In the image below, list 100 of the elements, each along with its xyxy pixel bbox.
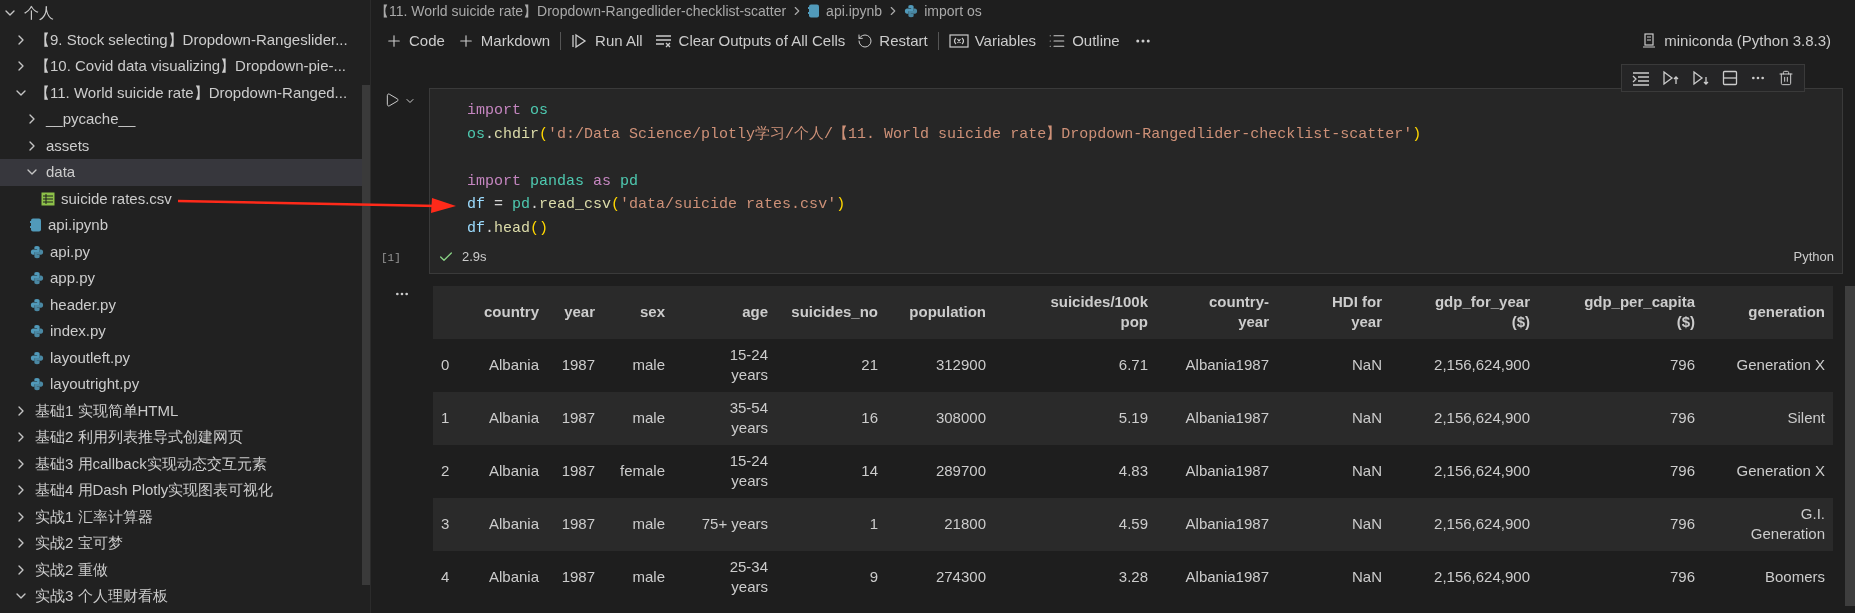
table-cell: 796	[1669, 355, 1695, 376]
table-cell: Albania	[488, 408, 539, 429]
toolbar-button[interactable]: Restart	[851, 28, 934, 54]
file-item[interactable]: api.ipynb	[0, 212, 362, 239]
table-cell: Boomers	[1764, 567, 1825, 588]
run-below-icon[interactable]	[1692, 70, 1710, 86]
file-item[interactable]: layoutright.py	[0, 371, 362, 398]
table-cell: Albania1987	[1185, 461, 1269, 482]
folder-item[interactable]: 基础3 用callback实现动态交互元素	[0, 450, 362, 477]
table-cell: 1987	[561, 514, 595, 535]
server-icon	[1642, 33, 1657, 49]
table-cell: NaN	[1352, 514, 1382, 535]
file-item[interactable]: layoutleft.py	[0, 344, 362, 371]
folder-item[interactable]: __pycache__	[0, 106, 362, 133]
clear-outputs-icon	[654, 33, 673, 49]
table-cell: 6.71	[1118, 355, 1148, 376]
duration-label: 2.9s	[462, 247, 487, 266]
toolbar-button[interactable]: Outline	[1042, 28, 1126, 54]
delete-icon[interactable]	[1778, 70, 1794, 86]
column-header: gdp_per_capita ($)	[1583, 292, 1695, 333]
table-cell: 796	[1669, 461, 1695, 482]
file-item[interactable]: suicide rates.csv	[0, 185, 362, 212]
table-cell: 1	[869, 514, 878, 535]
folder-item[interactable]: 实战3 个人理财看板	[0, 583, 362, 610]
column-header: country-year	[1208, 292, 1269, 333]
toolbar-button[interactable]: Variables	[942, 28, 1043, 54]
file-item[interactable]: app.py	[0, 265, 362, 292]
table-cell: 2,156,624,900	[1434, 514, 1530, 535]
restart-icon	[857, 33, 874, 49]
table-cell: 5.19	[1118, 408, 1148, 429]
table-cell: Albania	[488, 461, 539, 482]
table-cell-text: 15-24 years	[728, 451, 768, 492]
table-cell: male	[632, 514, 665, 535]
column-header: generation	[1748, 302, 1825, 323]
file-item[interactable]: index.py	[0, 318, 362, 345]
row-index: 1	[441, 408, 450, 429]
table-cell: Albania1987	[1185, 355, 1269, 376]
folder-item[interactable]: 【11. World suicide rate】Dropdown-Ranged...	[0, 79, 362, 106]
table-cell: 3.28	[1118, 567, 1148, 588]
split-icon[interactable]	[1722, 70, 1738, 86]
table-cell: 796	[1669, 514, 1695, 535]
table-cell: 1987	[561, 408, 595, 429]
file-item[interactable]: api.py	[0, 238, 362, 265]
folder-item[interactable]: 个人	[0, 0, 362, 27]
lines-icon[interactable]	[1632, 70, 1650, 86]
table-cell: male	[632, 408, 665, 429]
folder-item[interactable]: 基础2 利用列表推导式创建网页	[0, 424, 362, 451]
table-cell: 4.59	[1118, 514, 1148, 535]
table-cell: Albania	[488, 514, 539, 535]
folder-item[interactable]: data	[0, 159, 362, 186]
toolbar-button[interactable]: Code	[379, 28, 451, 54]
toolbar-button[interactable]: Run All	[565, 28, 649, 54]
column-header: suicides_no	[791, 302, 878, 323]
column-header: year	[564, 302, 595, 323]
code-line: df = pd.read_csv('data/suicide rates.csv')	[467, 195, 846, 216]
folder-item[interactable]: 基础4 用Dash Plotly实现图表可视化	[0, 477, 362, 504]
folder-item[interactable]: 基础1 实现简单HTML	[0, 397, 362, 424]
toolbar-button[interactable]: Clear Outputs of All Cells	[648, 28, 852, 54]
breadcrumb-item[interactable]: import os	[904, 0, 982, 22]
folder-item[interactable]: 实战2 重做	[0, 556, 362, 583]
folder-item[interactable]: 实战2 宝可梦	[0, 530, 362, 557]
toolbar-button[interactable]: Markdown	[450, 28, 557, 54]
table-cell-text: G.I. Generation	[1749, 504, 1825, 545]
python-icon	[30, 350, 44, 365]
language-label[interactable]: Python	[1793, 246, 1842, 267]
column-header: age	[742, 302, 768, 323]
code-line: import os	[467, 101, 549, 121]
table-cell: 2,156,624,900	[1434, 461, 1530, 482]
run-above-icon[interactable]	[1662, 70, 1680, 86]
table-cell: 9	[869, 567, 878, 588]
python-icon	[904, 4, 919, 18]
folder-item[interactable]: assets	[0, 132, 362, 159]
table-cell: 1987	[561, 355, 595, 376]
table-cell: 2,156,624,900	[1434, 355, 1530, 376]
column-header: country	[484, 302, 539, 323]
run-icon[interactable]	[384, 92, 400, 108]
folder-item[interactable]: 【10. Covid data visualizing】Dropdown-pie-...	[0, 53, 362, 80]
column-header: HDI for year	[1331, 292, 1382, 333]
table-cell: NaN	[1352, 461, 1382, 482]
row-index: 0	[441, 355, 450, 376]
python-icon	[30, 244, 44, 259]
scrollbar[interactable]	[362, 85, 370, 585]
table-cell: 312900	[935, 355, 986, 376]
table-icon	[41, 191, 55, 206]
table-cell: 75+ years	[701, 514, 768, 535]
scrollbar[interactable]	[1845, 285, 1855, 606]
breadcrumb-item[interactable]: api.ipynb	[808, 0, 883, 22]
table-cell: 796	[1669, 567, 1695, 588]
kernel-button[interactable]: miniconda (Python 3.8.3)	[1642, 29, 1831, 53]
folder-item[interactable]: 实战1 汇率计算器	[0, 503, 362, 530]
table-cell: 274300	[935, 567, 986, 588]
folder-item[interactable]: 【9. Stock selecting】Dropdown-Rangeslider...	[0, 26, 362, 53]
file-item[interactable]: header.py	[0, 291, 362, 318]
table-cell: 1987	[561, 461, 595, 482]
table-cell: female	[619, 461, 665, 482]
python-icon	[30, 377, 44, 392]
breadcrumb-item[interactable]: 【11. World suicide rate】Dropdown-Rangedlider-checklist-scatter	[375, 0, 787, 22]
table-cell: Generation X	[1736, 355, 1825, 376]
table-cell-text: 15-24 years	[728, 345, 768, 386]
table-cell: 4.83	[1118, 461, 1148, 482]
